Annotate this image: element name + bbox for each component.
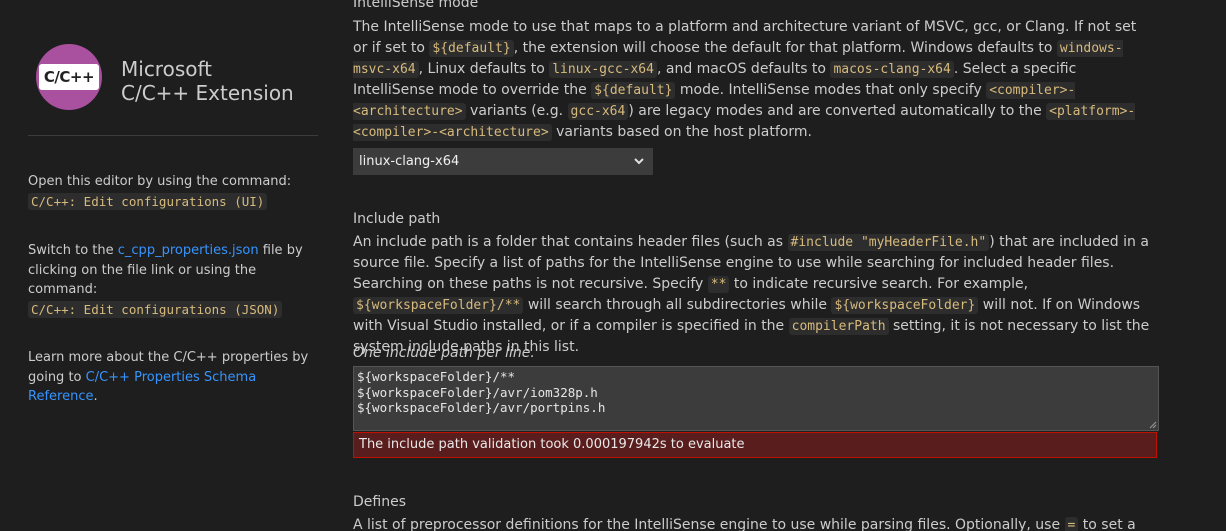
- include-path-description: An include path is a folder that contain…: [353, 232, 1153, 358]
- include-path-line: ${workspaceFolder}/avr/portpins.h: [357, 400, 606, 415]
- switch-json-info: Switch to the c_cpp_properties.json file…: [28, 241, 318, 320]
- include-path-line: ${workspaceFolder}/**: [357, 369, 516, 384]
- description-text: will search through all subdirectories w…: [523, 297, 832, 313]
- description-text: to indicate recursive search. For exampl…: [729, 276, 1029, 292]
- defines-title: Defines: [353, 494, 406, 510]
- open-editor-text: Open this editor by using the command:: [28, 174, 292, 189]
- description-text: , and macOS defaults to: [656, 61, 831, 77]
- description-text: variants based on the host platform.: [551, 124, 812, 140]
- logo-text: C/C++: [38, 64, 100, 90]
- intellisense-mode-select[interactable]: linux-clang-x64: [353, 148, 653, 175]
- inline-code: ${workspaceFolder}: [831, 297, 979, 314]
- switch-text-prefix: Switch to the: [28, 243, 118, 258]
- open-editor-command: C/C++: Edit configurations (UI): [28, 192, 268, 210]
- description-text: mode. IntelliSense modes that only speci…: [675, 82, 987, 98]
- intellisense-mode-title: IntelliSense mode: [353, 0, 479, 11]
- description-text: , the extension will choose the default …: [513, 40, 1057, 56]
- description-text: A list of preprocessor definitions for t…: [353, 517, 1065, 531]
- inline-code: #include "myHeaderFile.h": [787, 234, 990, 251]
- description-text: , Linux defaults to: [418, 61, 550, 77]
- sidebar: C/C++ Microsoft C/C++ Extension Open thi…: [0, 0, 336, 531]
- extension-title: Microsoft C/C++ Extension: [121, 57, 294, 105]
- cpp-logo-icon: C/C++: [36, 44, 102, 110]
- switch-json-command: C/C++: Edit configurations (JSON): [28, 300, 283, 318]
- inline-code: compilerPath: [788, 318, 889, 335]
- include-path-title: Include path: [353, 211, 441, 227]
- description-text: An include path is a folder that contain…: [353, 234, 788, 250]
- include-path-textarea[interactable]: ${workspaceFolder}/** ${workspaceFolder}…: [353, 366, 1159, 431]
- description-text: variants (e.g.: [465, 103, 568, 119]
- inline-code: linux-gcc-x64: [549, 61, 657, 78]
- sidebar-divider: [28, 135, 318, 136]
- inline-code: **: [707, 276, 730, 293]
- description-text: ) are legacy modes and are converted aut…: [628, 103, 1047, 119]
- open-editor-info: Open this editor by using the command: C…: [28, 172, 318, 212]
- defines-description: A list of preprocessor definitions for t…: [353, 515, 1153, 531]
- inline-code: ${default}: [591, 82, 676, 99]
- c-cpp-properties-link[interactable]: c_cpp_properties.json: [118, 243, 259, 258]
- inline-code: ${workspaceFolder}/**: [353, 297, 524, 314]
- include-path-line: ${workspaceFolder}/avr/iom328p.h: [357, 384, 598, 400]
- intellisense-mode-description: The IntelliSense mode to use that maps t…: [353, 17, 1153, 143]
- validation-message: The include path validation took 0.00019…: [353, 432, 1157, 458]
- learn-more-info: Learn more about the C/C++ properties by…: [28, 348, 318, 407]
- inline-code: gcc-x64: [567, 103, 629, 120]
- learn-text-suffix: .: [93, 389, 98, 404]
- include-path-hint: One include path per line.: [353, 345, 535, 361]
- brand-line-1: Microsoft: [121, 57, 213, 81]
- configuration-editor: C/C++ Microsoft C/C++ Extension Open thi…: [0, 0, 1226, 531]
- intellisense-mode-value: linux-clang-x64: [359, 154, 460, 169]
- inline-code: ${default}: [429, 40, 514, 57]
- chevron-down-icon: [634, 158, 644, 165]
- resize-grip-icon[interactable]: [1149, 421, 1157, 429]
- brand-line-2: C/C++ Extension: [121, 81, 294, 105]
- inline-code: macos-clang-x64: [830, 61, 954, 78]
- inline-code: =: [1064, 517, 1079, 531]
